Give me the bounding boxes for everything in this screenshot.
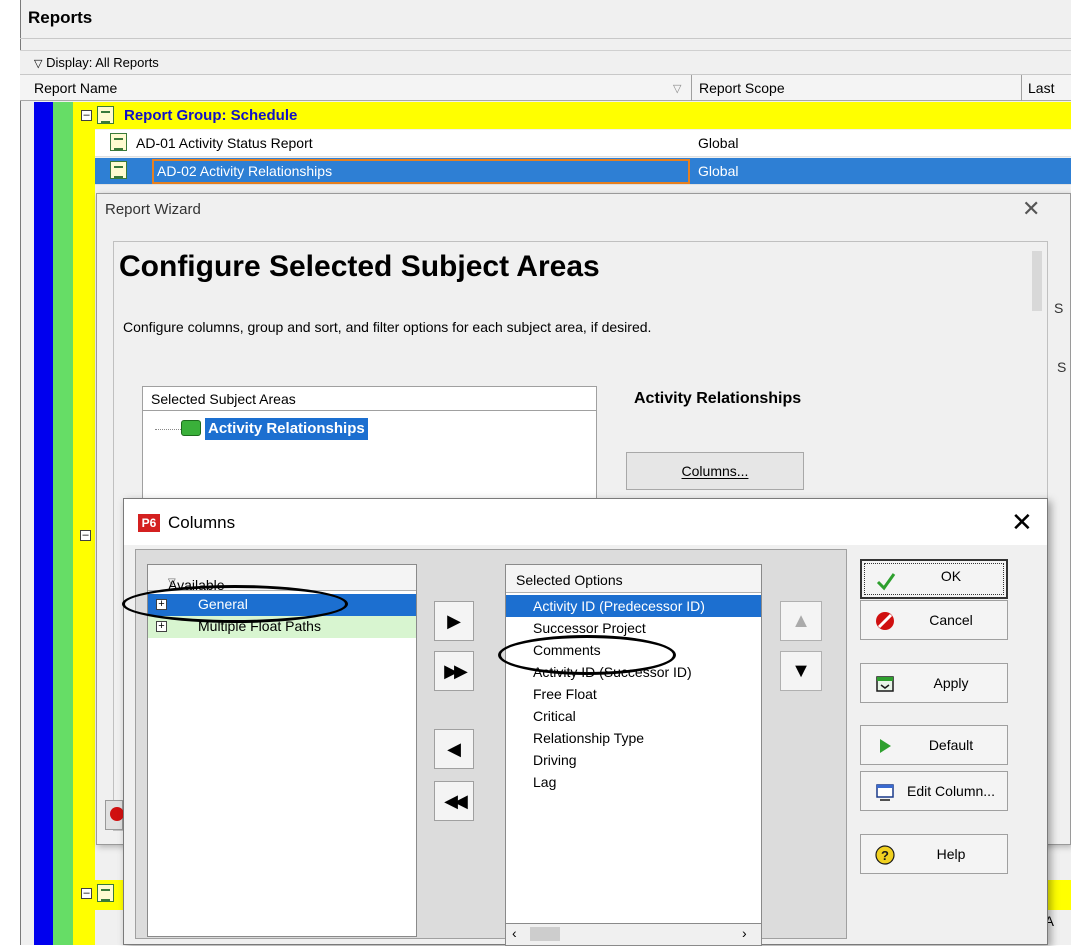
move-right-button[interactable]: ▶ [434,601,474,641]
report-name: AD-01 Activity Status Report [136,135,313,151]
arrow-left-icon: ◀ [447,739,461,759]
wizard-title: Report Wizard [105,201,201,218]
selected-subject-areas-header: Selected Subject Areas [143,387,596,411]
p6-logo-icon: P6 [138,514,160,532]
scroll-right-icon[interactable]: › [742,925,747,941]
selected-area-label: Activity Relationships [634,390,802,407]
columns-dialog: P6 Columns ✕ ▽ Available Options + Gener… [122,498,1048,946]
title-divider [20,38,1071,39]
column-header-report-name[interactable]: Report Name [34,80,117,96]
edit-column-button-label: Edit Column... [907,783,995,799]
collapse-icon[interactable]: – [81,110,92,121]
selected-option-item[interactable]: Lag [533,771,556,793]
table-row-selected[interactable]: AD-02 Activity Relationships Global [95,158,1071,185]
default-button[interactable]: Default [860,725,1008,765]
arrow-down-icon: ▼ [791,660,811,682]
ok-button-label: OK [940,568,962,584]
collapse-icon[interactable]: – [81,888,92,899]
level-stripe-yellow [73,102,95,945]
report-name: AD-02 Activity Relationships [157,163,333,179]
arrow-right-icon: ▶ [447,611,461,631]
column-separator[interactable] [691,75,692,101]
scroll-left-icon[interactable]: ‹ [512,925,517,941]
cancel-icon[interactable] [105,800,124,830]
help-button[interactable]: ? Help [860,834,1008,874]
report-group-icon [97,884,114,902]
scrollbar-thumb[interactable] [1032,251,1042,311]
columns-title-bar: P6 Columns ✕ [124,499,1047,545]
edit-column-button[interactable]: Edit Column... [860,771,1008,811]
selected-subject-areas-header-text: Selected Subject Areas [151,391,296,407]
move-up-button[interactable]: ▲ [780,601,822,641]
display-filter-bar[interactable]: ▽ Display: All Reports [20,50,1071,74]
move-all-left-button[interactable]: ◀◀ [434,781,474,821]
chevron-down-icon: ▽ [34,58,43,70]
columns-button[interactable]: Columns... [626,452,804,490]
reports-title: Reports [28,8,93,27]
report-group-row[interactable]: – Report Group: Schedule [73,102,1071,129]
apply-button[interactable]: Apply [860,663,1008,703]
cancel-button[interactable]: Cancel [860,600,1008,640]
close-icon[interactable]: ✕ [1011,507,1033,538]
column-separator[interactable] [1021,75,1022,101]
columns-button-label: Columns... [681,463,749,479]
table-row[interactable]: AD-01 Activity Status Report Global [95,130,1071,157]
move-all-right-button[interactable]: ▶▶ [434,651,474,691]
help-button-label: Help [936,846,966,862]
report-scope: Global [698,163,739,179]
report-scope: Global [698,135,739,151]
selected-options-header: Selected Options [506,565,761,593]
subject-area-item-activity-relationships[interactable]: Activity Relationships [205,418,368,440]
apply-button-label: Apply [933,675,969,691]
level-stripe-green [53,102,73,945]
wizard-heading: Configure Selected Subject Areas [119,250,600,283]
selected-option-item[interactable]: Relationship Type [533,727,644,749]
report-icon [110,161,127,179]
ok-button[interactable]: OK [860,559,1008,599]
display-filter-text: Display: All Reports [46,55,159,70]
close-icon[interactable]: ✕ [1022,196,1040,222]
display-filter-label[interactable]: ▽ Display: All Reports [34,55,159,70]
partial-text: S [1057,359,1067,375]
scrollbar-thumb[interactable] [530,927,560,941]
report-group-label: Report Group: Schedule [124,107,298,124]
selected-option-item[interactable]: Activity ID (Predecessor ID) [533,595,705,617]
report-table-header: Report Name ▽ Report Scope Last [20,74,1071,101]
sort-icon: ▽ [673,83,682,95]
column-header-last[interactable]: Last [1028,80,1054,96]
double-arrow-left-icon: ◀◀ [444,791,468,811]
move-down-button[interactable]: ▼ [780,651,822,691]
column-header-report-scope[interactable]: Report Scope [699,80,785,96]
arrow-up-icon: ▲ [791,610,811,632]
level-stripe-blue [34,102,53,945]
move-left-button[interactable]: ◀ [434,729,474,769]
cancel-button-label: Cancel [929,612,973,628]
selected-options-header-text: Selected Options [516,572,623,588]
expand-icon[interactable]: + [156,621,167,632]
selected-option-item[interactable]: Free Float [533,683,597,705]
tree-connector [155,429,183,430]
double-arrow-right-icon: ▶▶ [444,661,468,681]
default-button-label: Default [928,737,974,753]
selected-options-list[interactable]: Selected Options Activity ID (Predecesso… [505,564,762,924]
horizontal-scrollbar[interactable]: ‹ › [505,924,762,946]
report-group-icon [97,106,114,124]
partial-text: S [1054,300,1064,316]
selected-option-item[interactable]: Critical [533,705,576,727]
selected-option-item[interactable]: Driving [533,749,577,771]
annotation-circle-general [122,585,348,623]
columns-dialog-title: Columns [168,513,236,532]
report-icon [110,133,127,151]
subject-area-icon [181,420,201,436]
annotation-circle-comments [498,635,676,675]
wizard-description: Configure columns, group and sort, and f… [123,319,652,335]
collapse-icon[interactable]: – [80,530,91,541]
